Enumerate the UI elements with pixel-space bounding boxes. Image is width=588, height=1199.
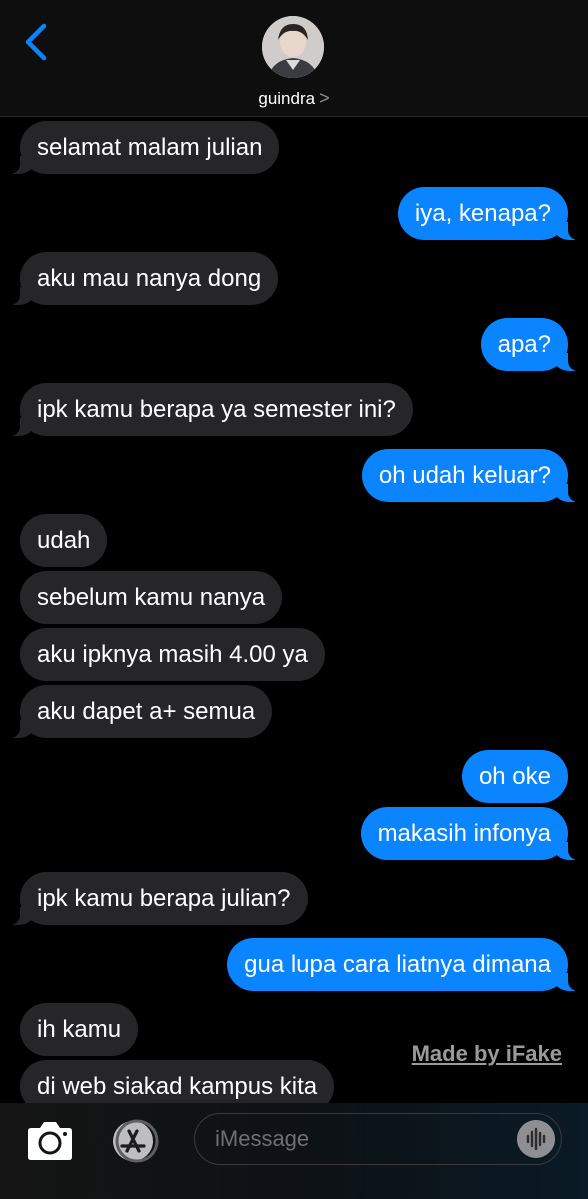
message-bubble-incoming[interactable]: ipk kamu berapa ya semester ini?	[8, 383, 413, 436]
message-text: di web siakad kampus kita	[37, 1073, 318, 1100]
message-bubble-incoming[interactable]: aku ipknya masih 4.00 ya	[20, 628, 325, 681]
message-bubble-incoming[interactable]: di web siakad kampus kita	[20, 1060, 335, 1103]
message-bubble-incoming[interactable]: ih kamu	[20, 1003, 139, 1056]
camera-icon[interactable]	[24, 1119, 76, 1163]
message-bubble-outgoing[interactable]: iya, kenapa?	[397, 187, 581, 240]
composer-bar: iMessage	[0, 1103, 588, 1199]
message-text: oh udah keluar?	[378, 462, 551, 489]
message-text: aku mau nanya dong	[37, 265, 262, 292]
message-input[interactable]: iMessage	[194, 1113, 562, 1165]
watermark-label: Made by iFake	[411, 1041, 562, 1066]
message-text: apa?	[497, 331, 551, 358]
message-text: selamat malam julian	[37, 134, 263, 161]
message-bubble-incoming[interactable]: aku dapet a+ semua	[7, 685, 273, 738]
message-text: aku ipknya masih 4.00 ya	[37, 641, 308, 668]
message-bubble-incoming[interactable]: ipk kamu berapa julian?	[8, 872, 308, 925]
message-bubble-outgoing[interactable]: gua lupa cara liatnya dimana	[227, 938, 580, 991]
contact-name-label: guindra	[258, 89, 316, 108]
message-bubble-outgoing[interactable]: makasih infonya	[360, 807, 581, 860]
message-bubble-outgoing[interactable]: oh udah keluar?	[361, 449, 581, 502]
message-text: oh oke	[478, 763, 551, 790]
audio-waveform-icon[interactable]	[517, 1120, 555, 1158]
message-text: makasih infonya	[377, 820, 551, 847]
chevron-right-icon: >	[319, 88, 330, 108]
message-bubble-incoming[interactable]: selamat malam julian	[7, 121, 280, 174]
message-text: iya, kenapa?	[414, 200, 551, 227]
message-text: ih kamu	[37, 1016, 122, 1043]
message-text: sebelum kamu nanya	[37, 584, 266, 611]
app-store-icon[interactable]	[107, 1118, 163, 1164]
message-text: ipk kamu berapa ya semester ini?	[37, 396, 396, 423]
conversation-header: guindra >	[0, 0, 588, 117]
message-bubble-outgoing[interactable]: apa?	[480, 318, 581, 371]
contact-name[interactable]: guindra >	[0, 88, 588, 109]
message-bubble-incoming[interactable]: aku mau nanya dong	[7, 252, 279, 305]
message-text: udah	[37, 527, 91, 554]
message-bubble-incoming[interactable]: udah	[20, 514, 108, 567]
message-bubble-outgoing[interactable]: oh oke	[461, 750, 568, 803]
message-thread[interactable]: selamat malam julian iya, kenapa? aku ma…	[0, 117, 588, 1103]
message-text: gua lupa cara liatnya dimana	[244, 951, 551, 978]
message-input-placeholder: iMessage	[215, 1126, 310, 1151]
message-text: ipk kamu berapa julian?	[37, 885, 291, 912]
contact-avatar[interactable]	[262, 16, 324, 78]
chevron-left-icon[interactable]	[22, 22, 50, 62]
message-text: aku dapet a+ semua	[37, 698, 256, 725]
message-bubble-incoming[interactable]: sebelum kamu nanya	[20, 571, 283, 624]
